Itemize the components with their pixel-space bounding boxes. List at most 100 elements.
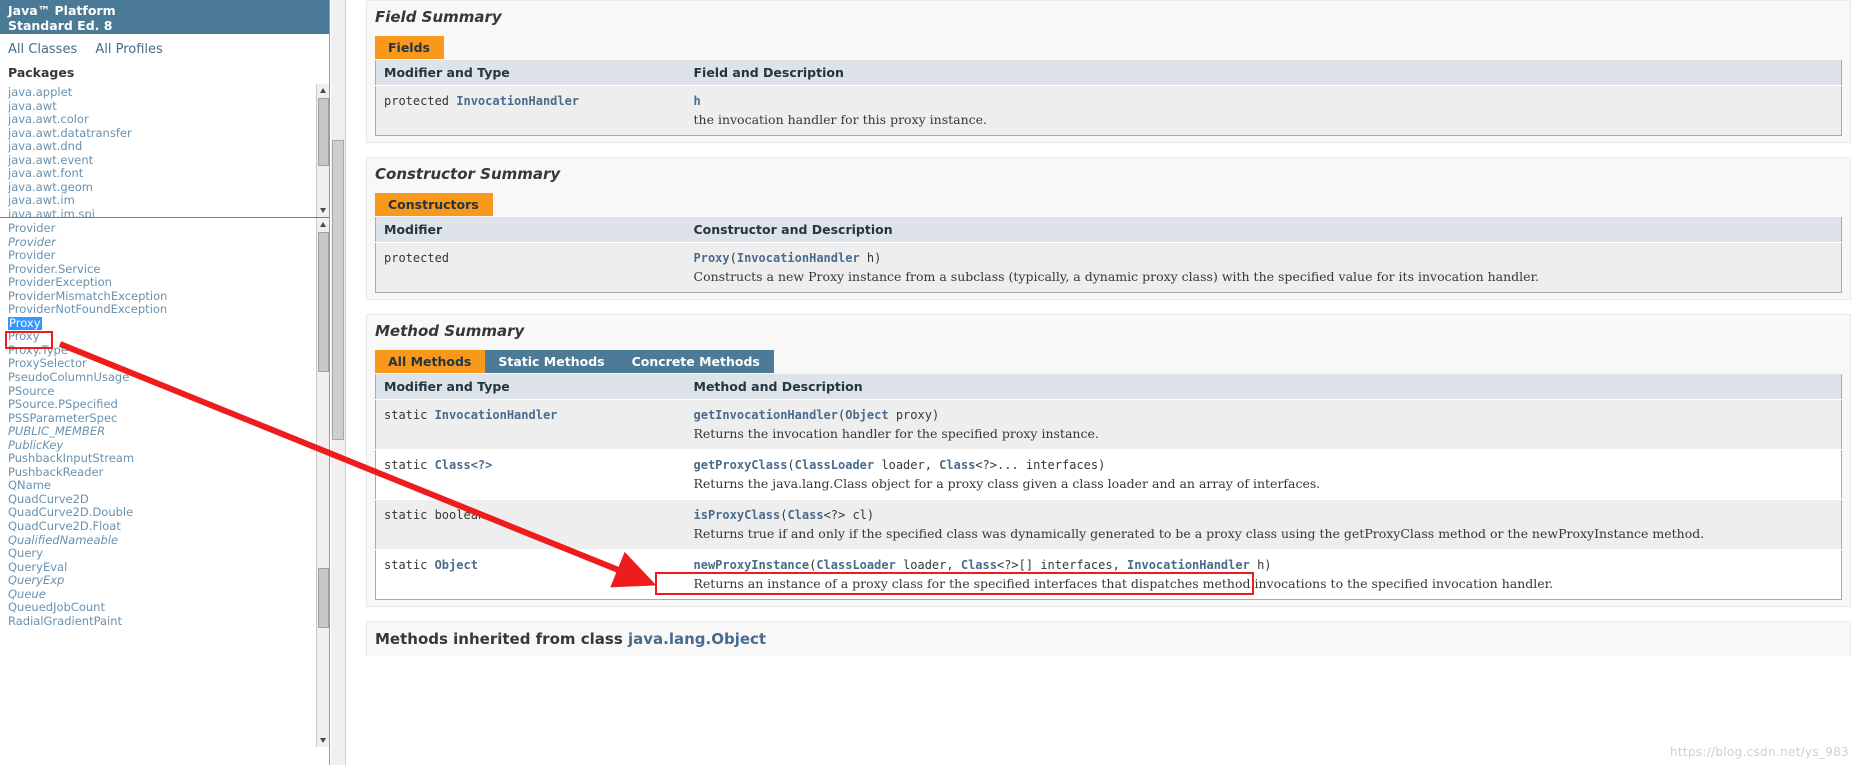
classes-scroll-thumb-2[interactable]: [318, 568, 329, 628]
packages-scroll-down-icon[interactable]: [317, 204, 329, 217]
method-return-type-link[interactable]: Class<?>: [435, 458, 493, 472]
package-item[interactable]: java.awt: [8, 99, 329, 114]
package-item[interactable]: java.awt.color: [8, 112, 329, 127]
class-item[interactable]: PseudoColumnUsage: [8, 370, 329, 385]
field-modifier-cell: protected InvocationHandler: [375, 85, 686, 136]
method-sig-post: <?>... interfaces): [975, 458, 1106, 472]
class-item[interactable]: QueryEval: [8, 560, 329, 575]
field-description: the invocation handler for this proxy in…: [693, 112, 988, 127]
class-item[interactable]: ProviderNotFoundException: [8, 303, 329, 317]
class-item[interactable]: QuadCurve2D: [8, 492, 329, 507]
method-param-link[interactable]: ClassLoader: [795, 458, 874, 472]
method-modifier-cell: static Class<?>: [375, 449, 686, 500]
class-item[interactable]: ProviderException: [8, 276, 329, 290]
class-item[interactable]: ProxySelector: [8, 357, 329, 371]
class-item[interactable]: PushbackReader: [8, 465, 329, 480]
class-item[interactable]: Queue: [8, 587, 329, 602]
class-item[interactable]: PSSParameterSpec: [8, 411, 329, 426]
tab-constructors[interactable]: Constructors: [375, 193, 493, 216]
package-item[interactable]: java.awt.im: [8, 193, 329, 208]
packages-scroll-thumb[interactable]: [318, 98, 329, 166]
package-item[interactable]: java.awt.datatransfer: [8, 126, 329, 141]
class-item[interactable]: QuadCurve2D.Float: [8, 519, 329, 534]
ctor-param-type-link[interactable]: InvocationHandler: [737, 251, 860, 265]
field-type-link[interactable]: InvocationHandler: [456, 94, 579, 108]
packages-frame: java.applet java.awt java.awt.color java.aw…: [0, 84, 329, 218]
class-item[interactable]: QueuedJobCount: [8, 601, 329, 615]
class-item[interactable]: PSource: [8, 384, 329, 399]
ctor-description: Constructs a new Proxy instance from a s…: [693, 269, 1540, 284]
constructor-summary-section: Constructor Summary Constructors Modifie…: [366, 157, 1851, 300]
nav-all-classes[interactable]: All Classes: [8, 42, 77, 57]
method-param-link-2[interactable]: Class: [939, 458, 975, 472]
field-summary-section: Field Summary Fields Modifier and Type F…: [366, 0, 1851, 143]
class-item[interactable]: QualifiedNameable: [8, 533, 329, 548]
ctor-name-link[interactable]: Proxy: [694, 251, 730, 265]
method-param-link[interactable]: Class: [787, 508, 823, 522]
class-item-selected[interactable]: Proxy: [8, 316, 42, 331]
package-item[interactable]: java.awt.dnd: [8, 139, 329, 154]
package-item[interactable]: java.awt.geom: [8, 180, 329, 195]
class-item[interactable]: QuadCurve2D.Double: [8, 506, 329, 520]
method-param-link[interactable]: ClassLoader: [816, 558, 895, 572]
classes-scroll-down-icon[interactable]: [317, 734, 329, 747]
class-item[interactable]: Proxy: [8, 330, 329, 344]
class-item[interactable]: Proxy.Type: [8, 343, 329, 358]
method-modifier: static: [384, 458, 435, 472]
method-description: Returns true if and only if the specifie…: [693, 526, 1705, 541]
method-modifier-cell: static InvocationHandler: [375, 399, 686, 450]
package-item[interactable]: java.awt.im.spi: [8, 207, 329, 217]
method-name-link[interactable]: isProxyClass: [694, 508, 781, 522]
inherited-class-link[interactable]: java.lang.Object: [628, 630, 766, 648]
classes-scroll-thumb[interactable]: [318, 232, 329, 372]
tab-fields[interactable]: Fields: [375, 36, 444, 59]
class-item[interactable]: PUBLIC_MEMBER: [8, 425, 329, 439]
nav-all-profiles[interactable]: All Profiles: [95, 42, 162, 57]
watermark: https://blog.csdn.net/ys_983: [1669, 745, 1849, 759]
table-row: protected InvocationHandler h the invoca…: [375, 85, 1842, 136]
field-summary-tabs: Fields: [367, 36, 1850, 60]
class-item[interactable]: QName: [8, 479, 329, 493]
package-item[interactable]: java.applet: [8, 85, 329, 100]
packages-scrollbar[interactable]: [316, 84, 329, 217]
method-param-link-3[interactable]: InvocationHandler: [1127, 558, 1250, 572]
method-sig-post: h): [1249, 558, 1272, 572]
method-return-type-link[interactable]: InvocationHandler: [435, 408, 558, 422]
class-item[interactable]: RadialGradientPaint: [8, 614, 329, 629]
class-item[interactable]: Query: [8, 547, 329, 561]
constructor-summary-table: Modifier Constructor and Description pro…: [375, 217, 1842, 293]
classes-scroll-up-icon[interactable]: [317, 218, 329, 231]
class-item[interactable]: Provider.Service: [8, 262, 329, 277]
class-item[interactable]: ProviderMismatchException: [8, 289, 329, 304]
ctor-col-description: Constructor and Description: [685, 217, 1842, 243]
field-name-link[interactable]: h: [694, 94, 701, 108]
class-item[interactable]: Provider: [8, 249, 329, 263]
method-return-type: boolean: [434, 508, 486, 522]
class-item[interactable]: Provider: [8, 235, 329, 250]
method-col-description: Method and Description: [685, 374, 1842, 400]
tab-all-methods[interactable]: All Methods: [375, 350, 486, 373]
method-param-link[interactable]: Object: [845, 408, 888, 422]
class-item[interactable]: PSource.PSpecified: [8, 398, 329, 412]
method-name-link[interactable]: getProxyClass: [694, 458, 788, 472]
tab-concrete-methods[interactable]: Concrete Methods: [618, 350, 774, 373]
packages-scroll-up-icon[interactable]: [317, 84, 329, 97]
class-item[interactable]: QueryExp: [8, 574, 329, 588]
class-item[interactable]: PublicKey: [8, 438, 329, 453]
method-description-cell: newProxyInstance(ClassLoader loader, Cla…: [685, 549, 1842, 600]
tab-static-methods[interactable]: Static Methods: [485, 350, 619, 373]
method-modifier: static: [384, 558, 435, 572]
method-name-link[interactable]: getInvocationHandler: [694, 408, 839, 422]
ctor-param-name: h): [859, 251, 882, 265]
method-name-link[interactable]: newProxyInstance: [694, 558, 810, 572]
package-item[interactable]: java.awt.font: [8, 166, 329, 181]
main-scrollbar[interactable]: [331, 0, 346, 765]
method-return-type-link[interactable]: Object: [435, 558, 478, 572]
class-item[interactable]: Provider: [8, 221, 329, 236]
main-scroll-thumb[interactable]: [332, 140, 344, 440]
package-item[interactable]: java.awt.event: [8, 153, 329, 168]
method-param-link-2[interactable]: Class: [961, 558, 997, 572]
inherited-heading-text: Methods inherited from class: [375, 630, 628, 648]
class-item[interactable]: PushbackInputStream: [8, 452, 329, 466]
classes-scrollbar[interactable]: [316, 218, 329, 747]
